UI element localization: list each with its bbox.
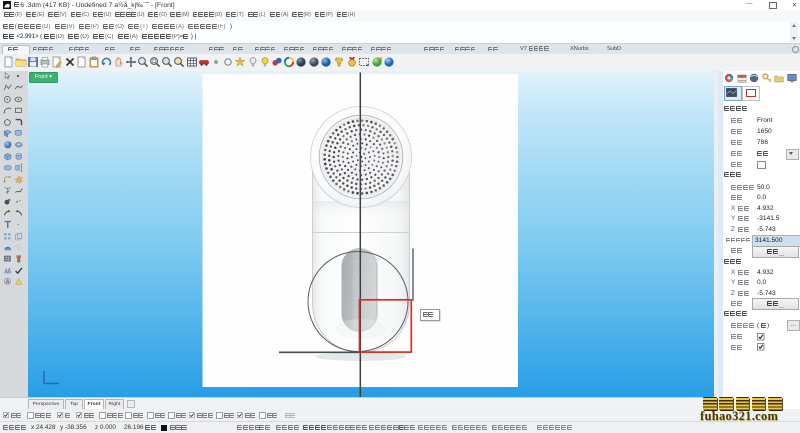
svg-text:A: A — [6, 280, 10, 286]
